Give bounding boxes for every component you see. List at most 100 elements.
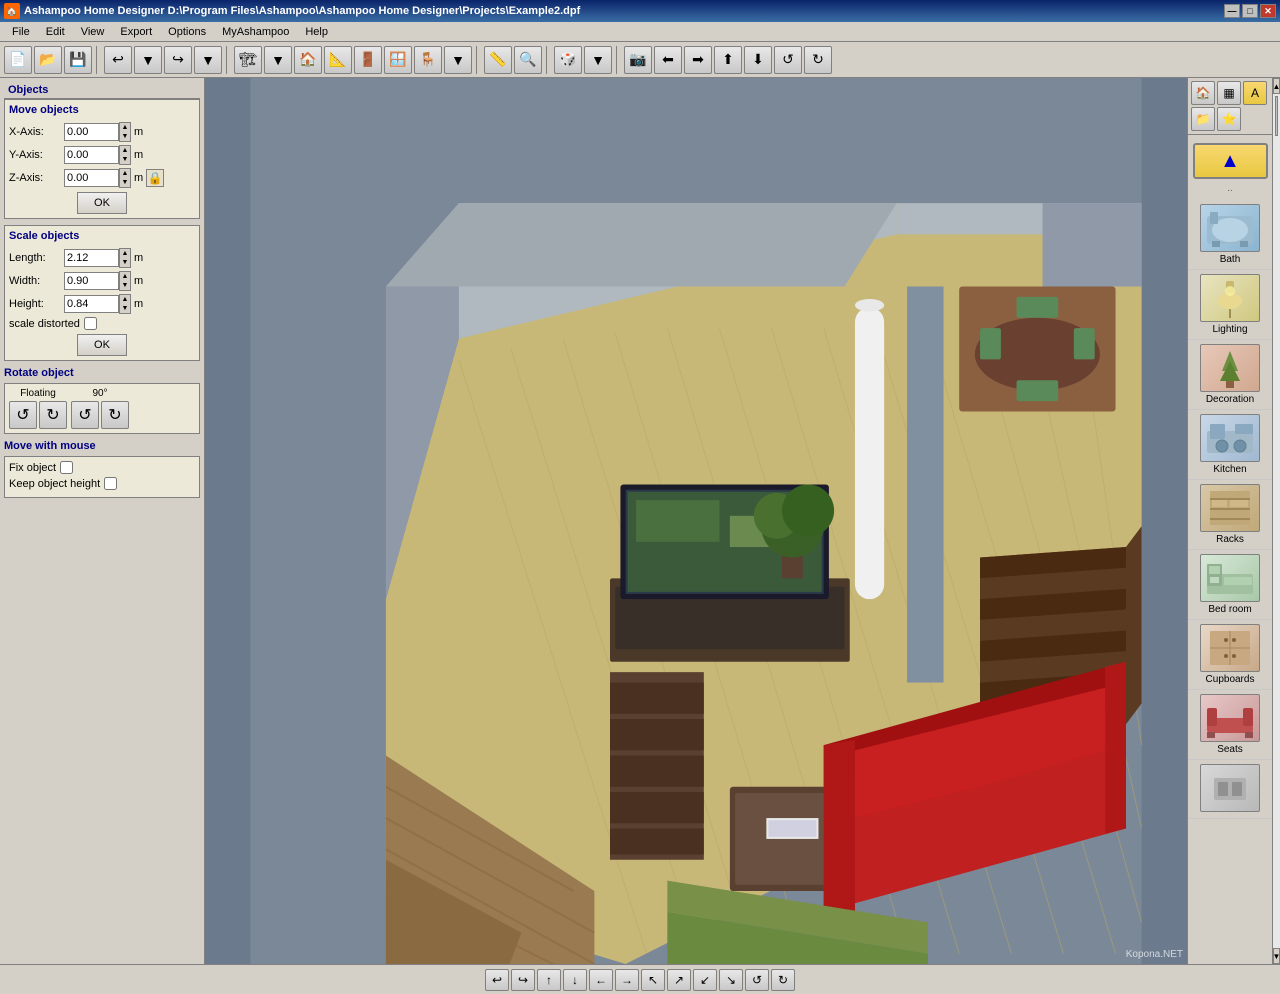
toolbar-doors[interactable]: 🚪 <box>354 46 382 74</box>
height-up[interactable]: ▲ <box>120 295 130 304</box>
height-input[interactable] <box>64 295 119 313</box>
y-axis-up[interactable]: ▲ <box>120 146 130 155</box>
rp-icon-home[interactable]: 🏠 <box>1191 81 1215 105</box>
height-down[interactable]: ▼ <box>120 304 130 313</box>
scale-distorted-checkbox[interactable] <box>84 317 97 330</box>
toolbar-walls[interactable]: 🏗 <box>234 46 262 74</box>
toolbar-rooms[interactable]: 🏠 <box>294 46 322 74</box>
library-item-misc[interactable] <box>1188 760 1272 819</box>
rp-icon-star[interactable]: ⭐ <box>1217 107 1241 131</box>
toolbar-walls-arrow[interactable]: ▼ <box>264 46 292 74</box>
nav-right[interactable]: → <box>615 969 639 991</box>
center-3d-view[interactable]: Kopona.NET <box>205 78 1187 964</box>
toolbar-open[interactable]: 📂 <box>34 46 62 74</box>
nav-left[interactable]: ← <box>589 969 613 991</box>
rp-icon-grid[interactable]: ▦ <box>1217 81 1241 105</box>
nav-rotate-left[interactable]: ↺ <box>745 969 769 991</box>
menu-file[interactable]: File <box>4 24 38 40</box>
x-axis-down[interactable]: ▼ <box>120 132 130 141</box>
x-axis-up[interactable]: ▲ <box>120 123 130 132</box>
toolbar-redo-arrow[interactable]: ▼ <box>194 46 222 74</box>
z-axis-spinner[interactable]: ▲ ▼ <box>119 168 131 188</box>
nav-down[interactable]: ↓ <box>563 969 587 991</box>
nav-rewind[interactable]: ↩ <box>485 969 509 991</box>
title-bar-buttons[interactable]: — □ ✕ <box>1224 4 1276 18</box>
toolbar-measure[interactable]: 📏 <box>484 46 512 74</box>
toolbar-save[interactable]: 💾 <box>64 46 92 74</box>
toolbar-new[interactable]: 📄 <box>4 46 32 74</box>
library-item-cupboards[interactable]: Cupboards <box>1188 620 1272 690</box>
y-axis-input[interactable] <box>64 146 119 164</box>
toolbar-stairs[interactable]: 📐 <box>324 46 352 74</box>
library-item-bath[interactable]: Bath <box>1188 200 1272 270</box>
height-spinner[interactable]: ▲ ▼ <box>119 294 131 314</box>
toolbar-arrows1[interactable]: ⬅ <box>654 46 682 74</box>
nav-rotate-right[interactable]: ↻ <box>771 969 795 991</box>
menu-export[interactable]: Export <box>112 24 160 40</box>
width-input[interactable] <box>64 272 119 290</box>
width-down[interactable]: ▼ <box>120 281 130 290</box>
toolbar-view3d-arrow[interactable]: ▼ <box>584 46 612 74</box>
rp-icon-abc[interactable]: A <box>1243 81 1267 105</box>
x-axis-input[interactable] <box>64 123 119 141</box>
nav-forward[interactable]: ↪ <box>511 969 535 991</box>
nav-downright[interactable]: ↘ <box>719 969 743 991</box>
keep-height-checkbox[interactable] <box>104 477 117 490</box>
z-axis-up[interactable]: ▲ <box>120 169 130 178</box>
y-axis-spinner[interactable]: ▲ ▼ <box>119 145 131 165</box>
minimize-button[interactable]: — <box>1224 4 1240 18</box>
library-item-decoration[interactable]: Decoration <box>1188 340 1272 410</box>
toolbar-rot1[interactable]: ↺ <box>774 46 802 74</box>
toolbar-windows[interactable]: 🪟 <box>384 46 412 74</box>
rotate-ccw-button[interactable]: ↺ <box>9 401 37 429</box>
z-axis-input[interactable] <box>64 169 119 187</box>
toolbar-redo[interactable]: ↪ <box>164 46 192 74</box>
library-item-racks[interactable]: Racks <box>1188 480 1272 550</box>
nav-upleft[interactable]: ↖ <box>641 969 665 991</box>
rp-icon-folder[interactable]: 📁 <box>1191 107 1215 131</box>
y-axis-down[interactable]: ▼ <box>120 155 130 164</box>
menu-help[interactable]: Help <box>297 24 336 40</box>
library-item-lighting[interactable]: Lighting <box>1188 270 1272 340</box>
scroll-up-button[interactable]: ▲ <box>1273 78 1280 94</box>
toolbar-undo-arrow[interactable]: ▼ <box>134 46 162 74</box>
length-spinner[interactable]: ▲ ▼ <box>119 248 131 268</box>
close-button[interactable]: ✕ <box>1260 4 1276 18</box>
menu-edit[interactable]: Edit <box>38 24 73 40</box>
menu-view[interactable]: View <box>73 24 113 40</box>
width-spinner[interactable]: ▲ ▼ <box>119 271 131 291</box>
z-axis-down[interactable]: ▼ <box>120 178 130 187</box>
toolbar-arrows2[interactable]: ➡ <box>684 46 712 74</box>
toolbar-arrows3[interactable]: ⬆ <box>714 46 742 74</box>
fix-object-checkbox[interactable] <box>60 461 73 474</box>
rp-up-button[interactable]: ▲ <box>1193 143 1268 179</box>
toolbar-view3d[interactable]: 🎲 <box>554 46 582 74</box>
width-up[interactable]: ▲ <box>120 272 130 281</box>
toolbar-cam[interactable]: 📷 <box>624 46 652 74</box>
scale-ok-button[interactable]: OK <box>77 334 127 356</box>
length-down[interactable]: ▼ <box>120 258 130 267</box>
length-input[interactable] <box>64 249 119 267</box>
toolbar-arrows4[interactable]: ⬇ <box>744 46 772 74</box>
scroll-down-button[interactable]: ▼ <box>1273 948 1280 964</box>
move-ok-button[interactable]: OK <box>77 192 127 214</box>
toolbar-undo[interactable]: ↩ <box>104 46 132 74</box>
library-item-bedroom[interactable]: Bed room <box>1188 550 1272 620</box>
length-up[interactable]: ▲ <box>120 249 130 258</box>
x-axis-spinner[interactable]: ▲ ▼ <box>119 122 131 142</box>
nav-downleft[interactable]: ↙ <box>693 969 717 991</box>
nav-upright[interactable]: ↗ <box>667 969 691 991</box>
toolbar-objects[interactable]: 🪑 <box>414 46 442 74</box>
menu-myashampoo[interactable]: MyAshampoo <box>214 24 297 40</box>
scroll-thumb[interactable] <box>1275 96 1278 136</box>
maximize-button[interactable]: □ <box>1242 4 1258 18</box>
rotate-90-cw-button[interactable]: ↻ <box>101 401 129 429</box>
toolbar-rot2[interactable]: ↻ <box>804 46 832 74</box>
rotate-cw-button[interactable]: ↻ <box>39 401 67 429</box>
library-item-seats[interactable]: Seats <box>1188 690 1272 760</box>
menu-options[interactable]: Options <box>160 24 214 40</box>
nav-up[interactable]: ↑ <box>537 969 561 991</box>
z-lock-button[interactable]: 🔒 <box>146 169 164 187</box>
toolbar-search[interactable]: 🔍 <box>514 46 542 74</box>
toolbar-objects-arrow[interactable]: ▼ <box>444 46 472 74</box>
